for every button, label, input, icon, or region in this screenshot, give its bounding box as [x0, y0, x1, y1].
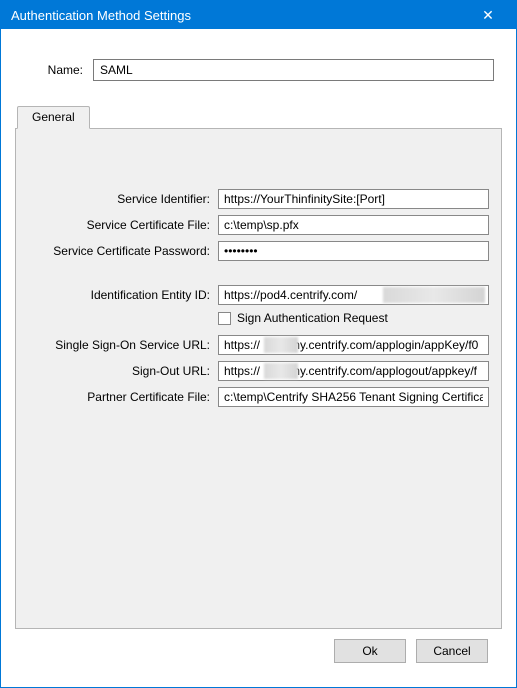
row-service-cert-file: Service Certificate File: — [28, 215, 489, 235]
name-label: Name: — [23, 63, 93, 77]
input-partner-cert-file[interactable] — [218, 387, 489, 407]
input-sso-url[interactable] — [218, 335, 489, 355]
cancel-button[interactable]: Cancel — [416, 639, 488, 663]
window-title: Authentication Method Settings — [11, 8, 468, 23]
name-input[interactable] — [93, 59, 494, 81]
input-service-identifier[interactable] — [218, 189, 489, 209]
close-icon[interactable]: ✕ — [468, 1, 508, 29]
row-sign-auth-request: Sign Authentication Request — [28, 311, 489, 325]
row-signout-url: Sign-Out URL: — [28, 361, 489, 381]
row-sso-url: Single Sign-On Service URL: — [28, 335, 489, 355]
row-entity-id: Identification Entity ID: — [28, 285, 489, 305]
dialog-footer: Ok Cancel — [15, 629, 502, 677]
label-sign-auth-request: Sign Authentication Request — [237, 311, 388, 325]
input-service-cert-password[interactable] — [218, 241, 489, 261]
label-entity-id: Identification Entity ID: — [28, 288, 218, 302]
label-signout-url: Sign-Out URL: — [28, 364, 218, 378]
tab-page-general: Service Identifier: Service Certificate … — [15, 129, 502, 629]
tabstrip: General — [15, 105, 502, 129]
input-entity-id[interactable] — [218, 285, 489, 305]
label-partner-cert-file: Partner Certificate File: — [28, 390, 218, 404]
tab-general[interactable]: General — [17, 106, 90, 129]
row-service-cert-password: Service Certificate Password: — [28, 241, 489, 261]
label-service-identifier: Service Identifier: — [28, 192, 218, 206]
name-row: Name: — [23, 59, 494, 81]
ok-button[interactable]: Ok — [334, 639, 406, 663]
titlebar: Authentication Method Settings ✕ — [1, 1, 516, 29]
row-service-identifier: Service Identifier: — [28, 189, 489, 209]
checkbox-sign-auth-request[interactable] — [218, 312, 231, 325]
label-sso-url: Single Sign-On Service URL: — [28, 338, 218, 352]
input-signout-url[interactable] — [218, 361, 489, 381]
label-service-cert-password: Service Certificate Password: — [28, 244, 218, 258]
label-service-cert-file: Service Certificate File: — [28, 218, 218, 232]
input-service-cert-file[interactable] — [218, 215, 489, 235]
client-area: Name: General Service Identifier: Servic… — [1, 29, 516, 687]
row-partner-cert-file: Partner Certificate File: — [28, 387, 489, 407]
